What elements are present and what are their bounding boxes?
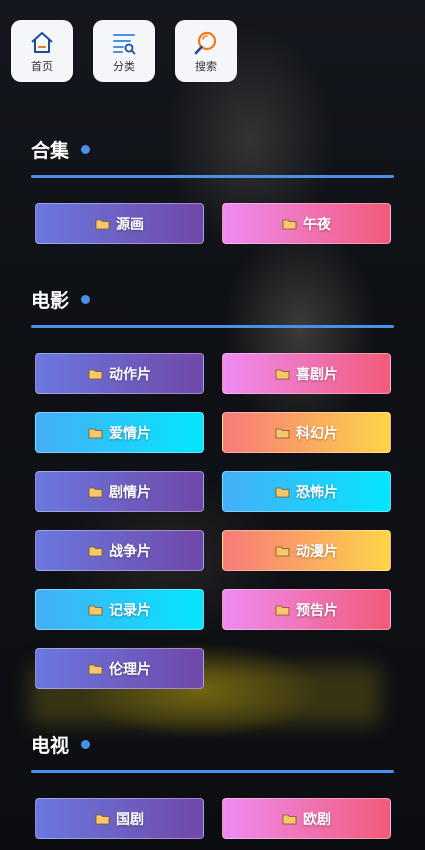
section-title-movie: 电影 — [31, 286, 91, 313]
list-search-icon — [113, 34, 136, 55]
home-icon — [31, 32, 53, 53]
category-item[interactable]: 喜剧片 — [222, 353, 391, 394]
section-title-tv: 电视 — [31, 731, 91, 758]
category-item[interactable]: 剧情片 — [35, 471, 204, 512]
category-item-label: 剧情片 — [109, 484, 151, 501]
category-item-label: 喜剧片 — [296, 366, 338, 383]
category-item[interactable]: 科幻片 — [222, 412, 391, 453]
category-item[interactable]: 爱情片 — [35, 412, 204, 453]
category-item[interactable]: 国剧 — [35, 798, 204, 839]
category-item-label: 源画 — [116, 216, 144, 233]
section-divider — [31, 175, 394, 178]
folder-icon — [275, 369, 290, 379]
folder-icon — [275, 487, 290, 497]
category-item-label: 记录片 — [109, 602, 151, 619]
category-item[interactable]: 预告片 — [222, 589, 391, 630]
section-title-text: 电影 — [31, 290, 70, 312]
nav-home-label: 首页 — [31, 60, 53, 73]
category-item-label: 恐怖片 — [296, 484, 338, 501]
category-item-label: 午夜 — [303, 216, 331, 233]
category-item-label: 动漫片 — [296, 543, 338, 560]
section-divider — [31, 325, 394, 328]
folder-icon — [95, 814, 110, 824]
nav-search-label: 搜索 — [195, 60, 217, 73]
category-item[interactable]: 午夜 — [222, 203, 391, 244]
category-item-label: 科幻片 — [296, 425, 338, 442]
folder-icon — [88, 369, 103, 379]
section-dot — [81, 295, 91, 304]
folder-icon — [95, 219, 110, 229]
nav-category-button[interactable]: 分类 — [93, 20, 155, 82]
category-item[interactable]: 动作片 — [35, 353, 204, 394]
section-title-collection: 合集 — [31, 136, 91, 163]
category-item-label: 预告片 — [296, 602, 338, 619]
category-item-label: 国剧 — [116, 811, 144, 828]
category-item[interactable]: 欧剧 — [222, 798, 391, 839]
category-item-label: 爱情片 — [109, 425, 151, 442]
nav-home-button[interactable]: 首页 — [11, 20, 73, 82]
folder-icon — [282, 814, 297, 824]
folder-icon — [88, 546, 103, 556]
nav-category-label: 分类 — [113, 60, 135, 73]
category-item[interactable]: 战争片 — [35, 530, 204, 571]
folder-icon — [88, 487, 103, 497]
folder-icon — [282, 219, 297, 229]
category-item[interactable]: 记录片 — [35, 589, 204, 630]
section-divider — [31, 770, 394, 773]
nav-search-button[interactable]: 搜索 — [175, 20, 237, 82]
section-dot — [81, 740, 91, 749]
magnifier-icon — [194, 31, 217, 55]
section-dot — [81, 145, 91, 154]
category-item-label: 欧剧 — [303, 811, 331, 828]
category-item[interactable]: 伦理片 — [35, 648, 204, 689]
category-item-label: 动作片 — [109, 366, 151, 383]
folder-icon — [88, 605, 103, 615]
category-item-label: 战争片 — [109, 543, 151, 560]
category-item[interactable]: 动漫片 — [222, 530, 391, 571]
folder-icon — [275, 546, 290, 556]
section-title-text: 电视 — [31, 735, 70, 757]
folder-icon — [88, 428, 103, 438]
category-item[interactable]: 源画 — [35, 203, 204, 244]
section-title-text: 合集 — [31, 140, 70, 162]
category-item-label: 伦理片 — [109, 661, 151, 678]
top-nav: 首页 分类 搜索 — [11, 20, 237, 82]
folder-icon — [88, 664, 103, 674]
category-item[interactable]: 恐怖片 — [222, 471, 391, 512]
folder-icon — [275, 605, 290, 615]
folder-icon — [275, 428, 290, 438]
